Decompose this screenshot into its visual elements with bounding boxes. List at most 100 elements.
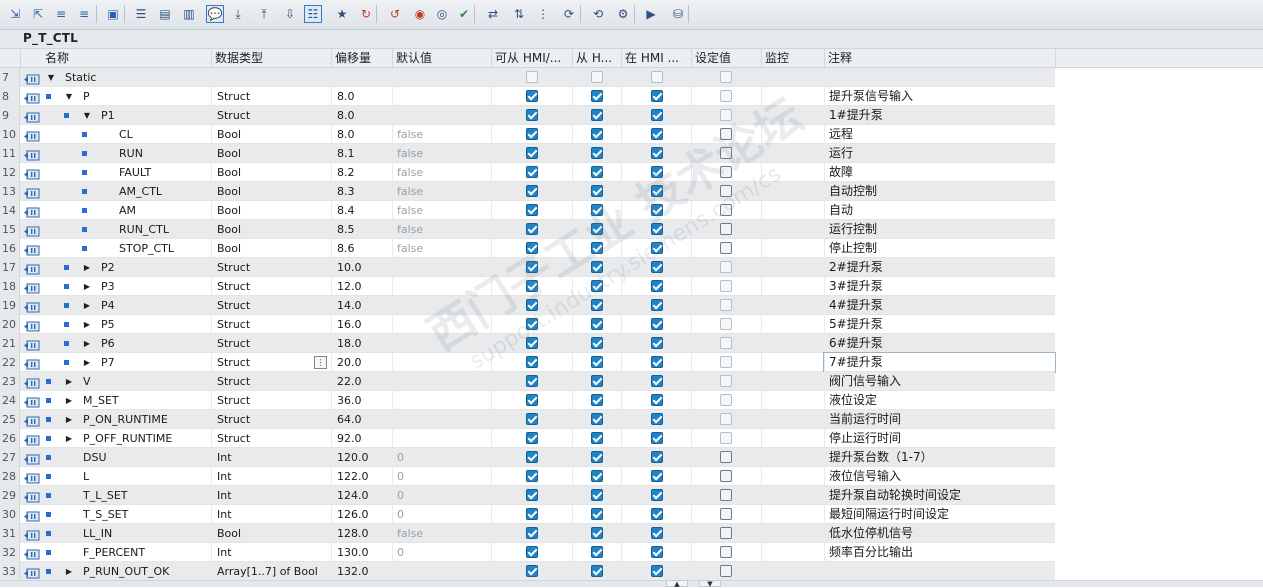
type-cell[interactable]: Bool — [211, 220, 331, 239]
setpoint-checkbox[interactable] — [720, 166, 732, 178]
setpoint-checkbox[interactable] — [720, 432, 732, 444]
add-row-icon[interactable]: ⇱ — [29, 5, 47, 23]
expand-triangle-icon[interactable]: ▶ — [82, 358, 92, 368]
checkbox-checked[interactable] — [651, 546, 663, 558]
table-row[interactable]: 16 STOP_CTL Bool 8.6 false 停止控制 — [0, 239, 1263, 258]
name-cell[interactable]: ▶ P5 — [20, 315, 211, 334]
comment-cell[interactable]: 液位设定 — [824, 391, 1055, 410]
row-number[interactable]: 12 — [0, 163, 20, 182]
checkbox-checked[interactable] — [526, 242, 538, 254]
setpoint-checkbox[interactable] — [720, 261, 732, 273]
checkbox-checked[interactable] — [651, 413, 663, 425]
load-snapshot-icon[interactable]: ⇩ — [281, 5, 299, 23]
header-name[interactable]: 名称 — [20, 49, 211, 67]
checkbox-checked[interactable] — [651, 337, 663, 349]
checkbox-checked[interactable] — [526, 432, 538, 444]
comment-cell[interactable] — [824, 562, 1055, 581]
type-cell[interactable]: Struct — [211, 87, 331, 106]
db-icon[interactable]: ⛁ — [669, 5, 687, 23]
setpoint-checkbox[interactable] — [720, 546, 732, 558]
upload-icon[interactable]: ⤒ — [255, 5, 273, 23]
expand-triangle-icon[interactable]: ▶ — [82, 320, 92, 330]
setpoint-checkbox[interactable] — [720, 204, 732, 216]
table-row[interactable]: 28 L Int 122.0 0 液位信号输入 — [0, 467, 1263, 486]
type-cell[interactable]: Bool — [211, 524, 331, 543]
table-row[interactable]: 32 F_PERCENT Int 130.0 0 频率百分比输出 — [0, 543, 1263, 562]
type-cell[interactable]: Bool — [211, 239, 331, 258]
setpoint-checkbox[interactable] — [720, 375, 732, 387]
collapse-icon[interactable]: ≡ — [75, 5, 93, 23]
name-cell[interactable]: ▶ P6 — [20, 334, 211, 353]
name-cell[interactable]: CL — [20, 125, 211, 144]
checkbox-checked[interactable] — [651, 356, 663, 368]
default-value-cell[interactable]: false — [392, 201, 491, 220]
checkbox-checked[interactable] — [591, 166, 603, 178]
checkbox-checked[interactable] — [651, 128, 663, 140]
comment-cell[interactable]: 7#提升泵 — [823, 352, 1056, 373]
default-value-cell[interactable] — [392, 334, 491, 353]
checkbox-checked[interactable] — [651, 90, 663, 102]
checkbox-checked[interactable] — [651, 565, 663, 577]
table-row[interactable]: 29 T_L_SET Int 124.0 0 提升泵自动轮换时间设定 — [0, 486, 1263, 505]
name-cell[interactable]: ▼ P1 — [20, 106, 211, 125]
row-number[interactable]: 17 — [0, 258, 20, 277]
row-number[interactable]: 31 — [0, 524, 20, 543]
table-row[interactable]: 14 AM Bool 8.4 false 自动 — [0, 201, 1263, 220]
checkbox-checked[interactable] — [591, 489, 603, 501]
name-cell[interactable]: ▶ P_RUN_OUT_OK — [20, 562, 211, 581]
all-members-icon[interactable]: ☷ — [304, 5, 322, 23]
setpoint-checkbox[interactable] — [720, 242, 732, 254]
table-row[interactable]: 23 ▶ V Struct 22.0 阀门信号输入 — [0, 372, 1263, 391]
row-number[interactable]: 7 — [0, 68, 20, 87]
comment-cell[interactable] — [824, 68, 1055, 87]
row-number[interactable]: 32 — [0, 543, 20, 562]
checkbox-checked[interactable] — [651, 375, 663, 387]
checkbox-checked[interactable] — [526, 451, 538, 463]
monitor-all-icon[interactable]: ◎ — [433, 5, 451, 23]
type-cell[interactable]: Bool — [211, 163, 331, 182]
default-value-cell[interactable]: false — [392, 239, 491, 258]
row-number[interactable]: 8 — [0, 87, 20, 106]
header-default[interactable]: 默认值 — [392, 49, 491, 67]
setpoint-checkbox[interactable] — [720, 451, 732, 463]
default-value-cell[interactable]: 0 — [392, 505, 491, 524]
comment-cell[interactable]: 4#提升泵 — [824, 296, 1055, 315]
setpoint-checkbox[interactable] — [720, 337, 732, 349]
table-row[interactable]: 10 CL Bool 8.0 false 远程 — [0, 125, 1263, 144]
type-cell[interactable]: Array[1..7] of Bool — [211, 562, 331, 581]
header-setpoint[interactable]: 设定值 — [691, 49, 761, 67]
name-cell[interactable]: ▶ P2 — [20, 258, 211, 277]
comment-cell[interactable]: 5#提升泵 — [824, 315, 1055, 334]
setpoint-checkbox[interactable] — [720, 527, 732, 539]
table-row[interactable]: 33 ▶ P_RUN_OUT_OK Array[1..7] of Bool 132.0 — [0, 562, 1263, 581]
name-cell[interactable]: L — [20, 467, 211, 486]
checkbox-checked[interactable] — [526, 413, 538, 425]
checkbox-checked[interactable] — [591, 565, 603, 577]
row-number[interactable]: 11 — [0, 144, 20, 163]
checkbox-checked[interactable] — [651, 204, 663, 216]
type-cell[interactable]: Struct — [211, 372, 331, 391]
type-cell[interactable] — [211, 68, 331, 87]
checkbox-checked[interactable] — [591, 413, 603, 425]
type-cell[interactable]: Struct — [211, 296, 331, 315]
table-row[interactable]: 30 T_S_SET Int 126.0 0 最短间隔运行时间设定 — [0, 505, 1263, 524]
type-cell[interactable]: Bool — [211, 125, 331, 144]
comment-cell[interactable]: 阀门信号输入 — [824, 372, 1055, 391]
default-value-cell[interactable]: 0 — [392, 486, 491, 505]
name-cell[interactable]: ▶ P7 — [20, 353, 211, 372]
name-cell[interactable]: ▼ Static — [20, 68, 211, 87]
name-cell[interactable]: ▼ P — [20, 87, 211, 106]
setpoint-checkbox[interactable] — [720, 318, 732, 330]
default-value-cell[interactable] — [392, 296, 491, 315]
checkbox-checked[interactable] — [526, 546, 538, 558]
type-cell[interactable]: Struct — [211, 410, 331, 429]
view-table-icon[interactable]: ☰ — [132, 5, 150, 23]
row-number[interactable]: 23 — [0, 372, 20, 391]
table-row[interactable]: 13 AM_CTL Bool 8.3 false 自动控制 — [0, 182, 1263, 201]
comment-cell[interactable]: 自动 — [824, 201, 1055, 220]
header-monitor[interactable]: 监控 — [761, 49, 824, 67]
setpoint-checkbox[interactable] — [720, 90, 732, 102]
checkbox-checked[interactable] — [526, 166, 538, 178]
table-row[interactable]: 25 ▶ P_ON_RUNTIME Struct 64.0 当前运行时间 — [0, 410, 1263, 429]
checkbox-checked[interactable] — [526, 185, 538, 197]
